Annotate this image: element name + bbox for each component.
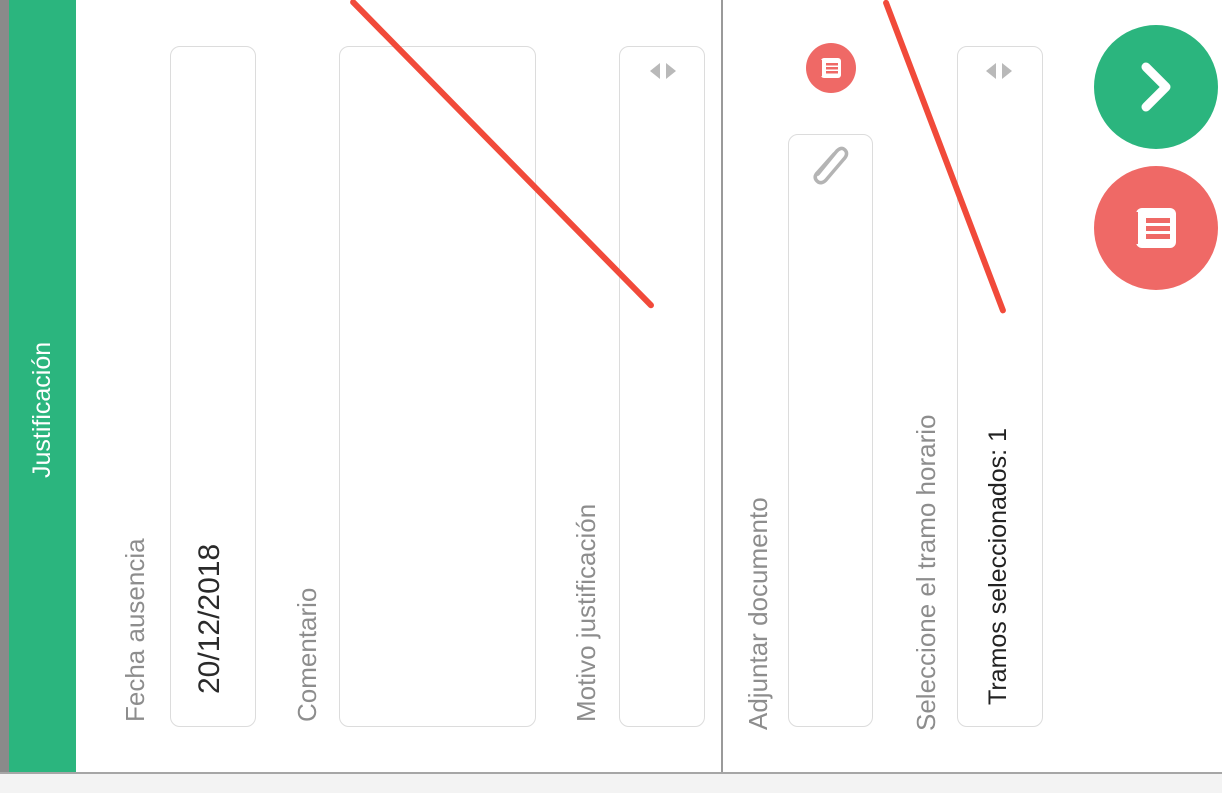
chevron-right-icon bbox=[1141, 62, 1171, 112]
tramo-label: Seleccione el tramo horario bbox=[911, 414, 941, 732]
list-icon bbox=[819, 58, 841, 78]
column-divider bbox=[721, 0, 723, 775]
clear-button[interactable] bbox=[1094, 166, 1218, 290]
next-button[interactable] bbox=[1094, 25, 1218, 149]
left-frame-border bbox=[0, 0, 9, 772]
adjuntar-field[interactable] bbox=[788, 134, 873, 727]
fecha-label: Fecha ausencia bbox=[120, 538, 150, 722]
clear-motivo-button[interactable] bbox=[806, 43, 856, 93]
paperclip-icon[interactable] bbox=[808, 140, 852, 186]
tramo-value: Tramos seleccionados: 1 bbox=[984, 428, 1012, 705]
comentario-label: Comentario bbox=[292, 587, 322, 722]
list-icon bbox=[1132, 208, 1176, 248]
comentario-textarea[interactable] bbox=[339, 46, 536, 727]
select-arrows-icon bbox=[650, 63, 676, 79]
page-title: Justificación bbox=[28, 341, 56, 478]
motivo-label: Motivo justificación bbox=[571, 503, 601, 722]
select-arrows-icon bbox=[986, 63, 1012, 79]
fecha-value: 20/12/2018 bbox=[193, 543, 226, 694]
adjuntar-label: Adjuntar documento bbox=[743, 497, 773, 730]
bottom-strip bbox=[0, 772, 1222, 793]
motivo-select[interactable] bbox=[619, 46, 705, 727]
